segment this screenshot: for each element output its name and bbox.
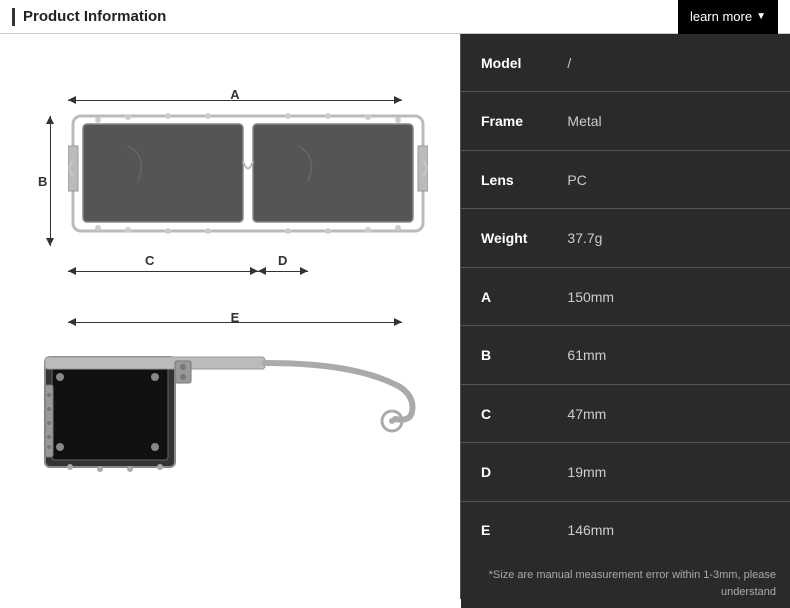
spec-label: Model <box>461 34 547 92</box>
spec-row: E146mm <box>461 501 790 559</box>
spec-row: Weight37.7g <box>461 209 790 268</box>
arrow-right-c <box>250 267 258 275</box>
spec-label: D <box>461 443 547 502</box>
arrow-right-a <box>394 96 402 104</box>
arrow-top-b <box>46 116 54 124</box>
title-bar-accent <box>12 8 15 26</box>
page-title: Product Information <box>23 8 166 25</box>
dimension-line-d <box>258 271 308 272</box>
dimension-line-c <box>68 271 258 272</box>
spec-label: C <box>461 384 547 443</box>
main-content: A B C D <box>0 34 790 599</box>
label-e: E <box>231 310 240 325</box>
arrow-left-c <box>68 267 76 275</box>
spec-value: 47mm <box>547 384 790 443</box>
side-svg <box>40 332 420 512</box>
spec-label: B <box>461 326 547 385</box>
diagram-panel: A B C D <box>0 34 460 599</box>
arrow-bottom-b <box>46 238 54 246</box>
arrow-left-e <box>68 318 76 326</box>
spec-label: Weight <box>461 209 547 268</box>
spec-label: Lens <box>461 150 547 209</box>
label-a: A <box>230 87 239 102</box>
arrow-right-d <box>300 267 308 275</box>
arrow-left-d <box>258 267 266 275</box>
spec-value: PC <box>547 150 790 209</box>
spec-label: Frame <box>461 92 547 151</box>
spec-row: A150mm <box>461 267 790 326</box>
specs-panel: Model/FrameMetalLensPCWeight37.7gA150mmB… <box>460 34 790 599</box>
label-b: B <box>38 174 47 189</box>
side-view-diagram: E <box>30 314 440 514</box>
specs-table: Model/FrameMetalLensPCWeight37.7gA150mmB… <box>461 34 790 559</box>
spec-value: 61mm <box>547 326 790 385</box>
spec-row: FrameMetal <box>461 92 790 151</box>
page-header: Product Information learn more ▼ <box>0 0 790 34</box>
learn-more-label: learn more <box>690 9 752 24</box>
front-svg <box>68 106 428 266</box>
spec-row: Model/ <box>461 34 790 92</box>
spec-row: C47mm <box>461 384 790 443</box>
spec-value: 146mm <box>547 501 790 559</box>
arrow-right-e <box>394 318 402 326</box>
learn-more-button[interactable]: learn more ▼ <box>678 0 778 34</box>
spec-value: 37.7g <box>547 209 790 268</box>
spec-label: A <box>461 267 547 326</box>
spec-value: 19mm <box>547 443 790 502</box>
arrow-left-a <box>68 96 76 104</box>
spec-row: B61mm <box>461 326 790 385</box>
spec-value: / <box>547 34 790 92</box>
spec-value: 150mm <box>547 267 790 326</box>
dimension-line-b <box>50 116 51 246</box>
spec-row: D19mm <box>461 443 790 502</box>
measurement-note: *Size are manual measurement error withi… <box>461 559 790 608</box>
spec-value: Metal <box>547 92 790 151</box>
front-view-diagram: A B C D <box>30 54 440 294</box>
spec-label: E <box>461 501 547 559</box>
dropdown-arrow-icon: ▼ <box>756 11 766 22</box>
title-group: Product Information <box>12 8 166 26</box>
spec-row: LensPC <box>461 150 790 209</box>
